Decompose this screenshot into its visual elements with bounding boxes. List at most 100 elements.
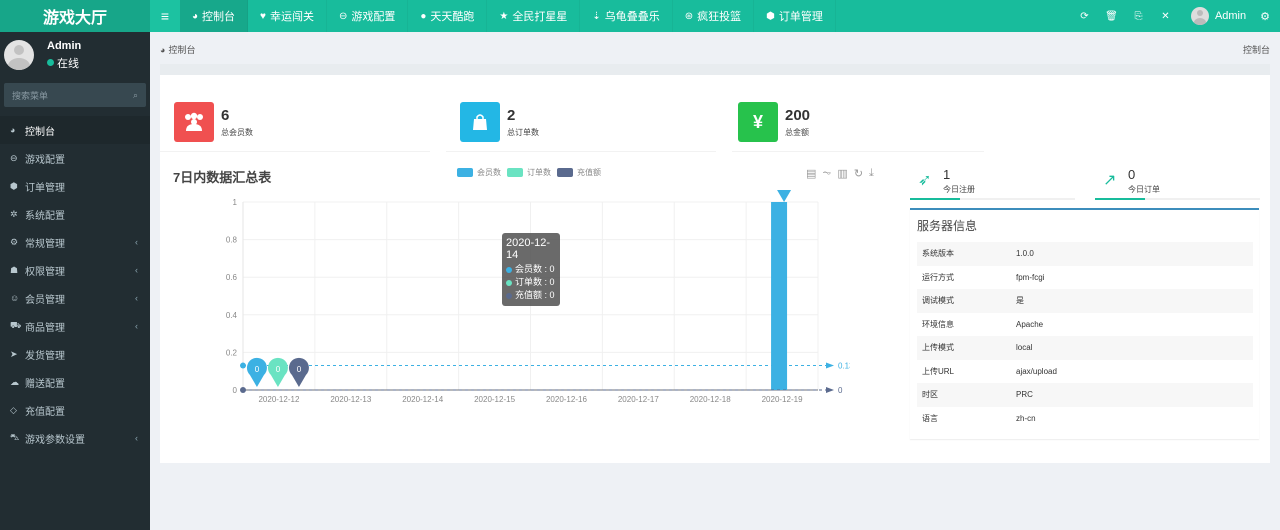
divider (732, 151, 984, 152)
server-info-row: 环境信息 Apache (917, 313, 1253, 337)
y-tick-label: 0.6 (226, 273, 238, 282)
top-nav-item[interactable]: ◕ 控制台 (180, 0, 249, 32)
sidebar-item-label: 游戏配置 (25, 154, 65, 166)
stat-card: 2 总订单数 (460, 97, 539, 147)
chart-toolbox: ▤ ⏦ ▥ ↻ ⤓ (806, 167, 874, 180)
sidebar-item-label: 订单管理 (25, 182, 65, 194)
chart-title: 7日内数据汇总表 (173, 170, 272, 185)
sidebar-item-label: 常规管理 (25, 238, 65, 250)
search-icon[interactable]: ⌕ (133, 90, 138, 101)
gamepad-icon: ⊖ (338, 10, 348, 22)
sidebar-toggle-button[interactable]: ≡ (150, 0, 180, 32)
bar-switch-icon[interactable]: ▥ (837, 167, 847, 180)
mark-line-arrow (826, 362, 834, 369)
mark-line-start (240, 362, 246, 369)
top-nav: ◕ 控制台 ♥ 幸运闯关 ⊖ 游戏配置 ● 天天酷跑 ★ 全民打星星 ⇣ 乌龟叠叠乐 ⊛ 疯狂投篮 ⬢ 订单管… (180, 0, 836, 32)
group-icon: ☗ (10, 264, 19, 275)
x-tick-label: 2020-12-17 (618, 395, 659, 404)
server-info-row: 运行方式 fpm-fcgi (917, 266, 1253, 290)
sidebar-item[interactable]: ⬢ 订单管理 (0, 172, 150, 200)
sidebar-item[interactable]: ☗ 权限管理 ‹ (0, 256, 150, 284)
refresh-icon[interactable]: ⟳ (1071, 11, 1098, 22)
sidebar-item[interactable]: ⚙ 常规管理 ‹ (0, 228, 150, 256)
sidebar-item[interactable]: ☺ 会员管理 ‹ (0, 284, 150, 312)
divider (160, 151, 430, 152)
sidebar-item[interactable]: ✲ 系统配置 (0, 200, 150, 228)
top-nav-item[interactable]: ★ 全民打星星 (487, 0, 581, 32)
sidebar-item[interactable]: ◇ 充值配置 (0, 396, 150, 424)
sidebar-item-label: 权限管理 (25, 266, 65, 278)
sidebar-item-label: 控制台 (25, 126, 55, 138)
user-name[interactable]: Admin (1215, 10, 1246, 22)
info-key: 上传模式 (922, 343, 954, 353)
series-dot-icon (506, 292, 512, 299)
cube-icon: ⬢ (10, 180, 18, 191)
car-icon: ⛍ (10, 432, 20, 442)
basketball-icon: ⊛ (684, 10, 694, 22)
legend-item[interactable]: 充值额 (557, 167, 601, 178)
breadcrumb-right[interactable]: 控制台 (1243, 43, 1270, 56)
legend-swatch (557, 168, 573, 177)
sidebar-item[interactable]: ➤ 发货管理 (0, 340, 150, 368)
mark-line-label: 0.13 (838, 362, 850, 371)
brand-logo[interactable]: 游戏大厅 (0, 0, 150, 32)
x-tick-label: 2020-12-19 (762, 395, 803, 404)
language-icon[interactable]: ⎘ (1125, 11, 1152, 22)
y-tick-label: 1 (233, 198, 238, 207)
bar-chart[interactable]: 0 0.2 0.4 0.6 0.8 1 2020-12-12 2020-12-13 2020-1… (210, 190, 850, 450)
menu-search-input[interactable]: 搜索菜单 ⌕ (4, 83, 146, 107)
info-value: zh-cn (1016, 413, 1036, 423)
user-avatar[interactable] (1190, 7, 1209, 25)
legend-item[interactable]: 会员数 (457, 167, 501, 178)
info-value: 1.0.0 (1016, 249, 1034, 259)
top-nav-item[interactable]: ⇣ 乌龟叠叠乐 (580, 0, 673, 32)
stat-label: 今日订单 (1128, 185, 1160, 194)
top-nav-item[interactable]: ⊛ 疯狂投篮 (673, 0, 755, 32)
top-nav-item[interactable]: ● 天天酷跑 (408, 0, 488, 32)
tooltip-value: 会员数 : 0 (515, 264, 555, 274)
stat-label: 总订单数 (507, 127, 539, 137)
legend-item[interactable]: 订单数 (507, 167, 551, 178)
info-value: PRC (1016, 390, 1033, 400)
server-info-box: 服务器信息 系统版本 1.0.0 运行方式 fpm-fcgi 调试模式 是环境信息 Apac… (910, 208, 1259, 439)
legend-label: 会员数 (477, 168, 501, 177)
top-navbar: 游戏大厅 ≡ ◕ 控制台 ♥ 幸运闯关 ⊖ 游戏配置 ● 天天酷跑 ★ 全民打星星 ⇣ 乌龟叠叠乐 ⊛ 疯… (0, 0, 1280, 32)
nav-label: 控制台 (202, 11, 236, 23)
top-nav-item[interactable]: ♥ 幸运闯关 (248, 0, 327, 32)
sidebar-item[interactable]: ⊖ 游戏配置 (0, 144, 150, 172)
sidebar-menu: ◕ 控制台 ⊖ 游戏配置 ⬢ 订单管理 ✲ 系统配置 ⚙ 常规管理 ‹ ☗ 权限管理 ‹ ☺ 会员管理 ‹ ⛟ 商品… (0, 116, 150, 452)
trash-icon[interactable]: 🗑 (1098, 11, 1125, 22)
sidebar-item[interactable]: ◕ 控制台 (0, 116, 150, 144)
stat-value: 1 (943, 167, 951, 182)
cart-icon: ⛟ (10, 320, 22, 330)
restore-icon[interactable]: ↻ (854, 167, 863, 180)
top-nav-item[interactable]: ⬢ 订单管理 (754, 0, 836, 32)
dashboard-icon: ◕ (192, 10, 199, 22)
legend-label: 订单数 (527, 168, 551, 177)
sidebar-item[interactable]: ☁ 赠送配置 (0, 368, 150, 396)
legend-swatch (507, 168, 523, 177)
chart-tooltip: 2020-12-14 会员数 : 0 订单数 : 0 充值额 : 0 (502, 233, 560, 306)
server-info-row: 上传URL ajax/upload (917, 360, 1253, 384)
server-info-table: 系统版本 1.0.0 运行方式 fpm-fcgi 调试模式 是环境信息 Apache 上传模式… (917, 242, 1253, 430)
info-key: 运行方式 (922, 272, 954, 282)
mark-point-label: 0 (276, 365, 281, 374)
sidebar-item[interactable]: ⛟ 商品管理 ‹ (0, 312, 150, 340)
online-dot-icon (47, 59, 54, 66)
breadcrumb-item[interactable]: 控制台 (168, 43, 195, 56)
cogs-icon: ⚙ (10, 236, 19, 247)
sidebar-item[interactable]: ⛍ 游戏参数设置 ‹ (0, 424, 150, 452)
dashboard-panel: 6 总会员数 2 总订单数 ¥200 总金额 7日内数据汇总表 会员数 订单数 充值额 ▤ ⏦… (160, 75, 1270, 463)
users-icon (174, 102, 214, 142)
download-icon[interactable]: ⤓ (869, 167, 874, 180)
top-nav-item[interactable]: ⊖ 游戏配置 (327, 0, 409, 32)
settings-icon[interactable]: ⚙ (1260, 10, 1270, 23)
line-switch-icon[interactable]: ⏦ (822, 167, 831, 180)
server-info-row: 语言 zh-cn (917, 407, 1253, 431)
search-placeholder: 搜索菜单 (12, 90, 49, 101)
data-view-icon[interactable]: ▤ (806, 167, 816, 180)
fullscreen-icon[interactable]: ✕ (1152, 11, 1179, 22)
mark-point-pin (777, 190, 792, 202)
info-key: 时区 (922, 390, 938, 400)
chevron-left-icon: ‹ (135, 433, 138, 443)
